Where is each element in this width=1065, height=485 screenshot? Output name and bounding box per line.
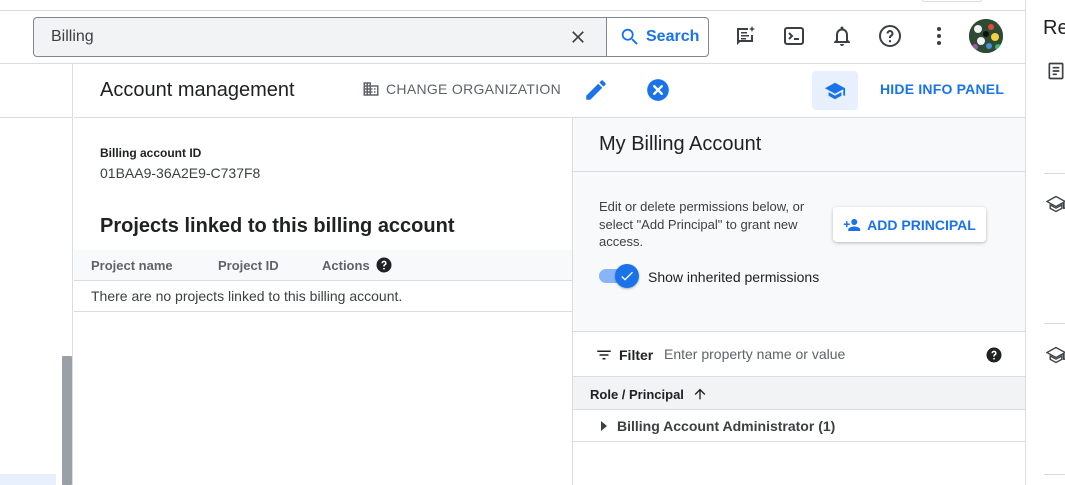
expand-arrow-icon[interactable]	[599, 419, 609, 433]
permissions-description: Edit or delete permissions below, or sel…	[599, 199, 805, 249]
cancel-icon	[647, 79, 669, 101]
right-side-panel: Re	[1025, 0, 1065, 485]
right-panel-divider	[1044, 474, 1065, 475]
left-nav-divider	[0, 117, 73, 118]
avatar-image	[969, 19, 1003, 53]
avatar[interactable]	[969, 19, 1003, 53]
hide-info-panel-button[interactable]: HIDE INFO PANEL	[880, 81, 1004, 97]
search-box[interactable]: Billing Search	[33, 17, 709, 57]
show-inherited-label: Show inherited permissions	[648, 269, 820, 285]
search-button-label: Search	[646, 28, 700, 45]
role-row-label: Billing Account Administrator (1)	[617, 418, 836, 434]
left-nav-scrollbar[interactable]	[62, 356, 72, 485]
arrow-upward-icon	[694, 388, 706, 400]
tab-stub	[922, 0, 982, 2]
info-panel: My Billing Account Edit or delete permis…	[572, 118, 1026, 485]
filter-help-icon[interactable]	[985, 346, 1003, 364]
filter-button[interactable]: Filter	[595, 346, 653, 364]
school-icon[interactable]	[1046, 345, 1065, 365]
billing-id-value: 01BAA9-36A2E9-C737F8	[100, 165, 261, 181]
filter-label: Filter	[619, 347, 654, 363]
notifications-button[interactable]	[830, 24, 854, 48]
search-input[interactable]: Billing	[34, 28, 550, 46]
column-project-name[interactable]: Project name	[91, 258, 173, 273]
projects-table: Project name Project ID Actions There ar…	[74, 250, 572, 312]
cloud-shell-icon	[784, 27, 804, 45]
close-account-button[interactable]	[645, 77, 671, 103]
search-icon	[621, 28, 638, 45]
role-principal-column[interactable]: Role / Principal	[590, 386, 708, 402]
edit-button[interactable]	[583, 77, 609, 103]
right-panel-divider	[1044, 323, 1065, 324]
article-icon[interactable]	[1046, 61, 1065, 81]
domain-icon	[363, 82, 379, 96]
more-vert-icon	[937, 27, 941, 45]
more-options-button[interactable]	[927, 24, 951, 48]
role-principal-label: Role / Principal	[590, 386, 684, 402]
column-project-id[interactable]: Project ID	[218, 258, 279, 273]
role-row-content: Billing Account Administrator (1)	[599, 418, 835, 434]
top-divider	[0, 10, 1025, 11]
change-organization-button[interactable]: CHANGE ORGANIZATION	[362, 80, 561, 98]
main-content: Billing account ID 01BAA9-36A2E9-C737F8 …	[74, 118, 572, 485]
pencil-icon	[586, 80, 606, 100]
close-icon	[572, 31, 584, 43]
check-icon	[621, 271, 633, 281]
column-actions: Actions	[322, 258, 370, 273]
projects-title: Projects linked to this billing account	[100, 215, 455, 237]
help-button[interactable]	[878, 24, 902, 48]
left-nav-panel	[0, 64, 73, 485]
school-icon	[824, 82, 846, 99]
person-add-icon	[843, 218, 861, 231]
feedback-button[interactable]	[733, 24, 757, 48]
add-principal-button[interactable]: ADD PRINCIPAL	[833, 207, 986, 242]
clear-search-button[interactable]	[550, 18, 606, 56]
help-icon	[879, 25, 901, 47]
add-principal-label: ADD PRINCIPAL	[867, 216, 976, 233]
role-row[interactable]: Billing Account Administrator (1)	[573, 410, 1026, 442]
info-panel-title: My Billing Account	[599, 133, 762, 155]
learn-button[interactable]	[812, 71, 858, 110]
right-panel-divider	[1044, 173, 1065, 174]
role-table-header: Role / Principal	[573, 377, 1026, 410]
feedback-icon	[737, 26, 755, 45]
projects-empty-message: There are no projects linked to this bil…	[74, 281, 572, 312]
filter-input[interactable]: Enter property name or value	[664, 346, 845, 362]
cloud-shell-button[interactable]	[782, 24, 806, 48]
actions-help-icon[interactable]	[375, 256, 393, 274]
left-nav-selected-item[interactable]	[0, 474, 56, 485]
filter-list-icon	[597, 350, 611, 360]
top-bar: Billing Search	[0, 0, 1025, 64]
toggle-knob	[615, 264, 639, 288]
school-icon[interactable]	[1046, 194, 1065, 214]
show-inherited-toggle[interactable]	[599, 264, 639, 288]
change-organization-label: CHANGE ORGANIZATION	[386, 81, 562, 97]
permissions-section	[573, 172, 1026, 332]
account-header: Account management CHANGE ORGANIZATION H…	[74, 64, 1025, 118]
page-title: Account management	[100, 79, 295, 101]
info-panel-header: My Billing Account	[573, 118, 1025, 172]
right-panel-title: Re	[1043, 17, 1065, 39]
filter-bar: Filter Enter property name or value	[573, 332, 1026, 377]
billing-id-label: Billing account ID	[100, 146, 202, 160]
projects-table-header: Project name Project ID Actions	[74, 250, 572, 281]
search-button[interactable]: Search	[606, 18, 708, 56]
notifications-icon	[834, 26, 850, 46]
